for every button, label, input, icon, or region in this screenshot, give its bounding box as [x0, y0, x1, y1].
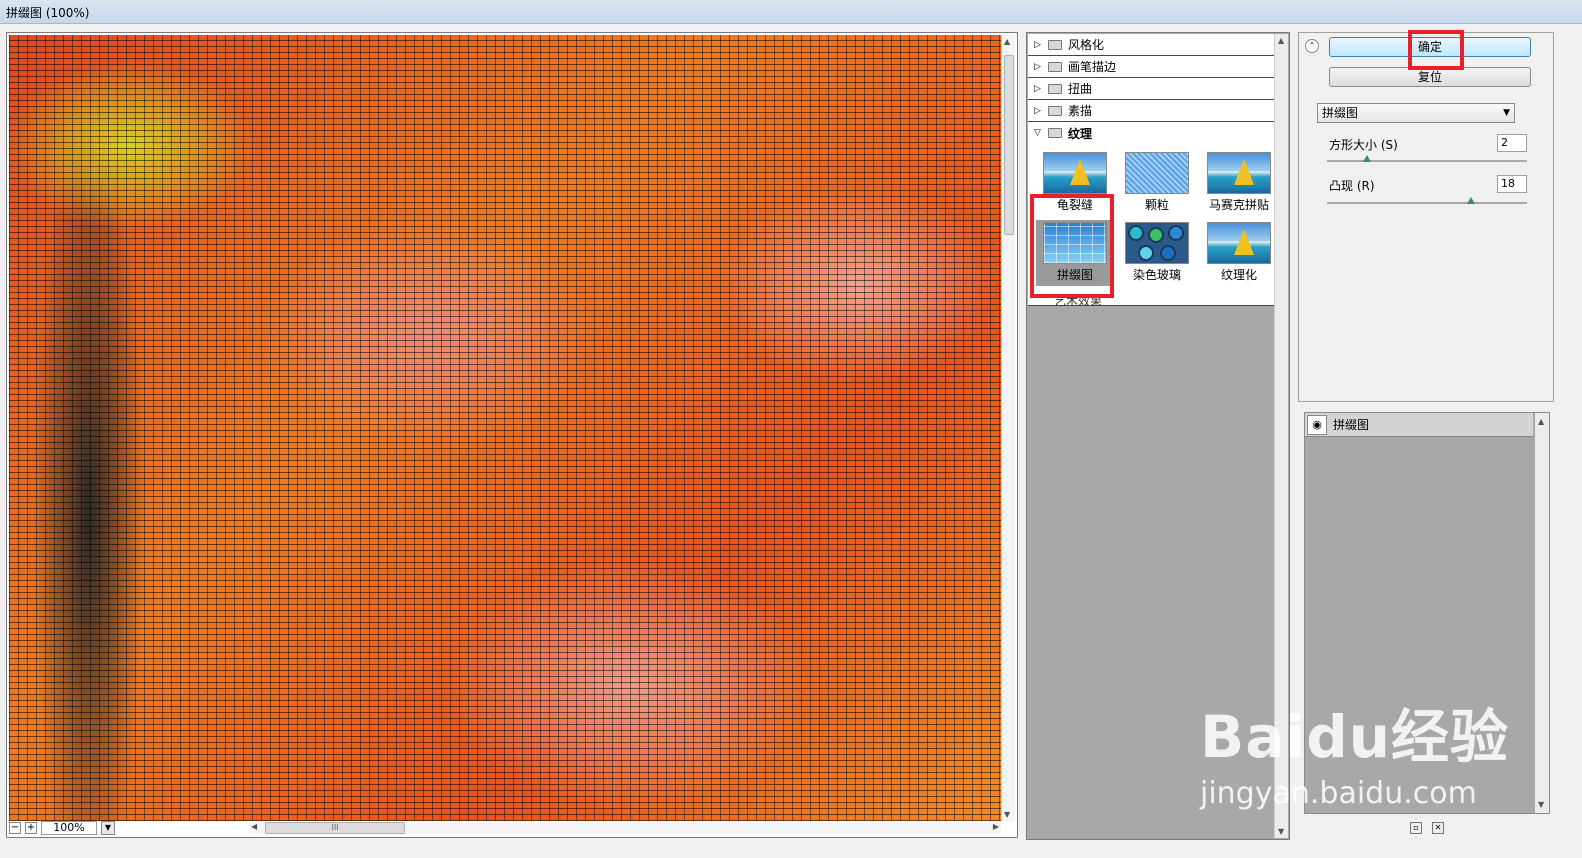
expand-triangle-icon[interactable]: ▷ — [1034, 40, 1042, 50]
expand-triangle-icon[interactable]: ▷ — [1034, 84, 1042, 94]
gallery-scrollbar[interactable]: ▲ ▼ — [1274, 34, 1288, 838]
filter-label: 拼缀图 — [1056, 268, 1093, 282]
folder-icon — [1048, 105, 1062, 116]
zoom-out-button[interactable]: − — [9, 822, 21, 834]
folder-label: 素描 — [1068, 104, 1093, 118]
sailboat-thumb-icon — [1207, 152, 1271, 194]
sailboat-thumb-icon — [1207, 222, 1271, 264]
scroll-up-icon[interactable]: ▲ — [1538, 417, 1544, 426]
filter-mosaic-tiles[interactable]: 马赛克拼贴 — [1200, 150, 1278, 216]
zoom-in-button[interactable]: + — [25, 822, 37, 834]
new-effect-layer-icon[interactable]: ▫ — [1410, 822, 1422, 834]
folder-label: 纹理 — [1068, 126, 1093, 141]
scroll-up-icon[interactable]: ▲ — [1004, 37, 1010, 46]
scroll-right-icon[interactable]: ▶ — [993, 822, 999, 831]
grain-thumb-icon — [1125, 152, 1189, 194]
filter-label: 纹理化 — [1220, 268, 1257, 282]
folder-icon — [1048, 83, 1062, 94]
filter-select-value: 拼缀图 — [1322, 106, 1359, 120]
filter-gallery-list: ▷ 风格化 ▷ 画笔描边 ▷ 扭曲 ▷ 素描 ▽ 纹理 龟裂缝 颗粒 马赛克拼贴… — [1028, 34, 1274, 306]
stained-glass-thumb-icon — [1125, 222, 1189, 264]
scroll-down-icon[interactable]: ▼ — [1004, 810, 1010, 819]
zoom-level-field[interactable]: 100% — [41, 821, 97, 835]
folder-stylize[interactable]: ▷ 风格化 — [1028, 34, 1274, 56]
preview-zoom-bar: − + 100% ▼ ◀ III ▶ — [9, 821, 1003, 835]
sailboat-thumb-icon — [1043, 152, 1107, 194]
filter-stained-glass[interactable]: 染色玻璃 — [1118, 220, 1196, 286]
expand-triangle-icon[interactable]: ▷ — [1034, 62, 1042, 72]
scroll-thumb[interactable] — [1004, 55, 1014, 235]
effect-layer-row[interactable]: ◉ 拼缀图 — [1305, 413, 1533, 437]
folder-sketch[interactable]: ▷ 素描 — [1028, 100, 1274, 122]
relief-slider[interactable] — [1327, 197, 1527, 204]
filter-settings-panel: ⌃ 确定 复位 拼缀图 ▼ 方形大小 (S) 2 凸现 (R) 18 — [1298, 32, 1554, 402]
filter-texturizer[interactable]: 纹理化 — [1200, 220, 1278, 286]
hscroll-thumb[interactable]: III — [265, 822, 405, 834]
folder-icon — [1048, 61, 1062, 72]
layer-buttons: ▫ ✕ — [1410, 822, 1444, 834]
collapse-gallery-icon[interactable]: ⌃ — [1305, 39, 1319, 53]
ok-button[interactable]: 确定 — [1329, 37, 1531, 57]
filter-patchwork[interactable]: 拼缀图 — [1036, 220, 1114, 286]
folder-icon — [1048, 39, 1062, 50]
square-size-input[interactable]: 2 — [1497, 134, 1527, 152]
effect-layer-label: 拼缀图 — [1333, 418, 1370, 432]
folder-brush-strokes[interactable]: ▷ 画笔描边 — [1028, 56, 1274, 78]
eye-icon[interactable]: ◉ — [1307, 414, 1327, 435]
folder-texture[interactable]: ▽ 纹理 — [1028, 122, 1274, 144]
zoom-dropdown-button[interactable]: ▼ — [101, 821, 115, 835]
filter-craquelure[interactable]: 龟裂缝 — [1036, 150, 1114, 216]
square-size-slider[interactable] — [1327, 155, 1527, 162]
relief-label: 凸现 (R) — [1329, 179, 1375, 193]
filter-label: 龟裂缝 — [1056, 198, 1093, 212]
folder-open-icon — [1048, 128, 1062, 138]
square-size-slider-handle[interactable] — [1363, 155, 1371, 162]
square-size-label: 方形大小 (S) — [1329, 138, 1398, 152]
filter-grain[interactable]: 颗粒 — [1118, 150, 1196, 216]
preview-horizontal-scrollbar[interactable]: ◀ III ▶ — [249, 822, 1001, 834]
patchwork-thumb-icon — [1043, 222, 1107, 264]
chevron-down-icon: ▼ — [1503, 108, 1510, 118]
filter-select[interactable]: 拼缀图 ▼ — [1317, 103, 1515, 123]
folder-distort[interactable]: ▷ 扭曲 — [1028, 78, 1274, 100]
collapse-triangle-icon[interactable]: ▽ — [1034, 128, 1042, 138]
scroll-up-icon[interactable]: ▲ — [1278, 36, 1284, 45]
expand-triangle-icon[interactable]: ▷ — [1034, 106, 1042, 116]
window-title: 拼缀图 (100%) — [6, 6, 90, 20]
relief-input[interactable]: 18 — [1497, 175, 1527, 193]
scroll-left-icon[interactable]: ◀ — [251, 822, 257, 831]
relief-slider-handle[interactable] — [1467, 197, 1475, 204]
folder-label: 画笔描边 — [1068, 60, 1117, 74]
scroll-down-icon[interactable]: ▼ — [1538, 800, 1544, 809]
folder-label: 扭曲 — [1068, 82, 1093, 96]
preview-image[interactable] — [9, 35, 1003, 821]
effect-layers-panel: ◉ 拼缀图 ▲ ▼ — [1304, 412, 1550, 814]
folder-label: 风格化 — [1068, 38, 1105, 52]
scroll-down-icon[interactable]: ▼ — [1278, 827, 1284, 836]
layers-scrollbar[interactable]: ▲ ▼ — [1535, 413, 1549, 813]
filter-label: 马赛克拼贴 — [1208, 198, 1269, 212]
filter-gallery-panel: ▷ 风格化 ▷ 画笔描边 ▷ 扭曲 ▷ 素描 ▽ 纹理 龟裂缝 颗粒 马赛克拼贴… — [1026, 32, 1290, 840]
preview-vertical-scrollbar[interactable]: ▲ ▼ — [1001, 35, 1015, 821]
delete-layer-icon[interactable]: ✕ — [1432, 822, 1444, 834]
texture-filter-grid: 龟裂缝 颗粒 马赛克拼贴 拼缀图 染色玻璃 纹理化 — [1028, 144, 1274, 286]
filter-label: 颗粒 — [1144, 198, 1169, 212]
preview-panel: ▲ ▼ − + 100% ▼ ◀ III ▶ — [6, 32, 1018, 838]
filter-label: 染色玻璃 — [1132, 268, 1181, 282]
folder-artistic[interactable]: 艺术效果 — [1028, 292, 1274, 306]
reset-button[interactable]: 复位 — [1329, 67, 1531, 87]
window-title-bar: 拼缀图 (100%) — [0, 0, 1582, 24]
